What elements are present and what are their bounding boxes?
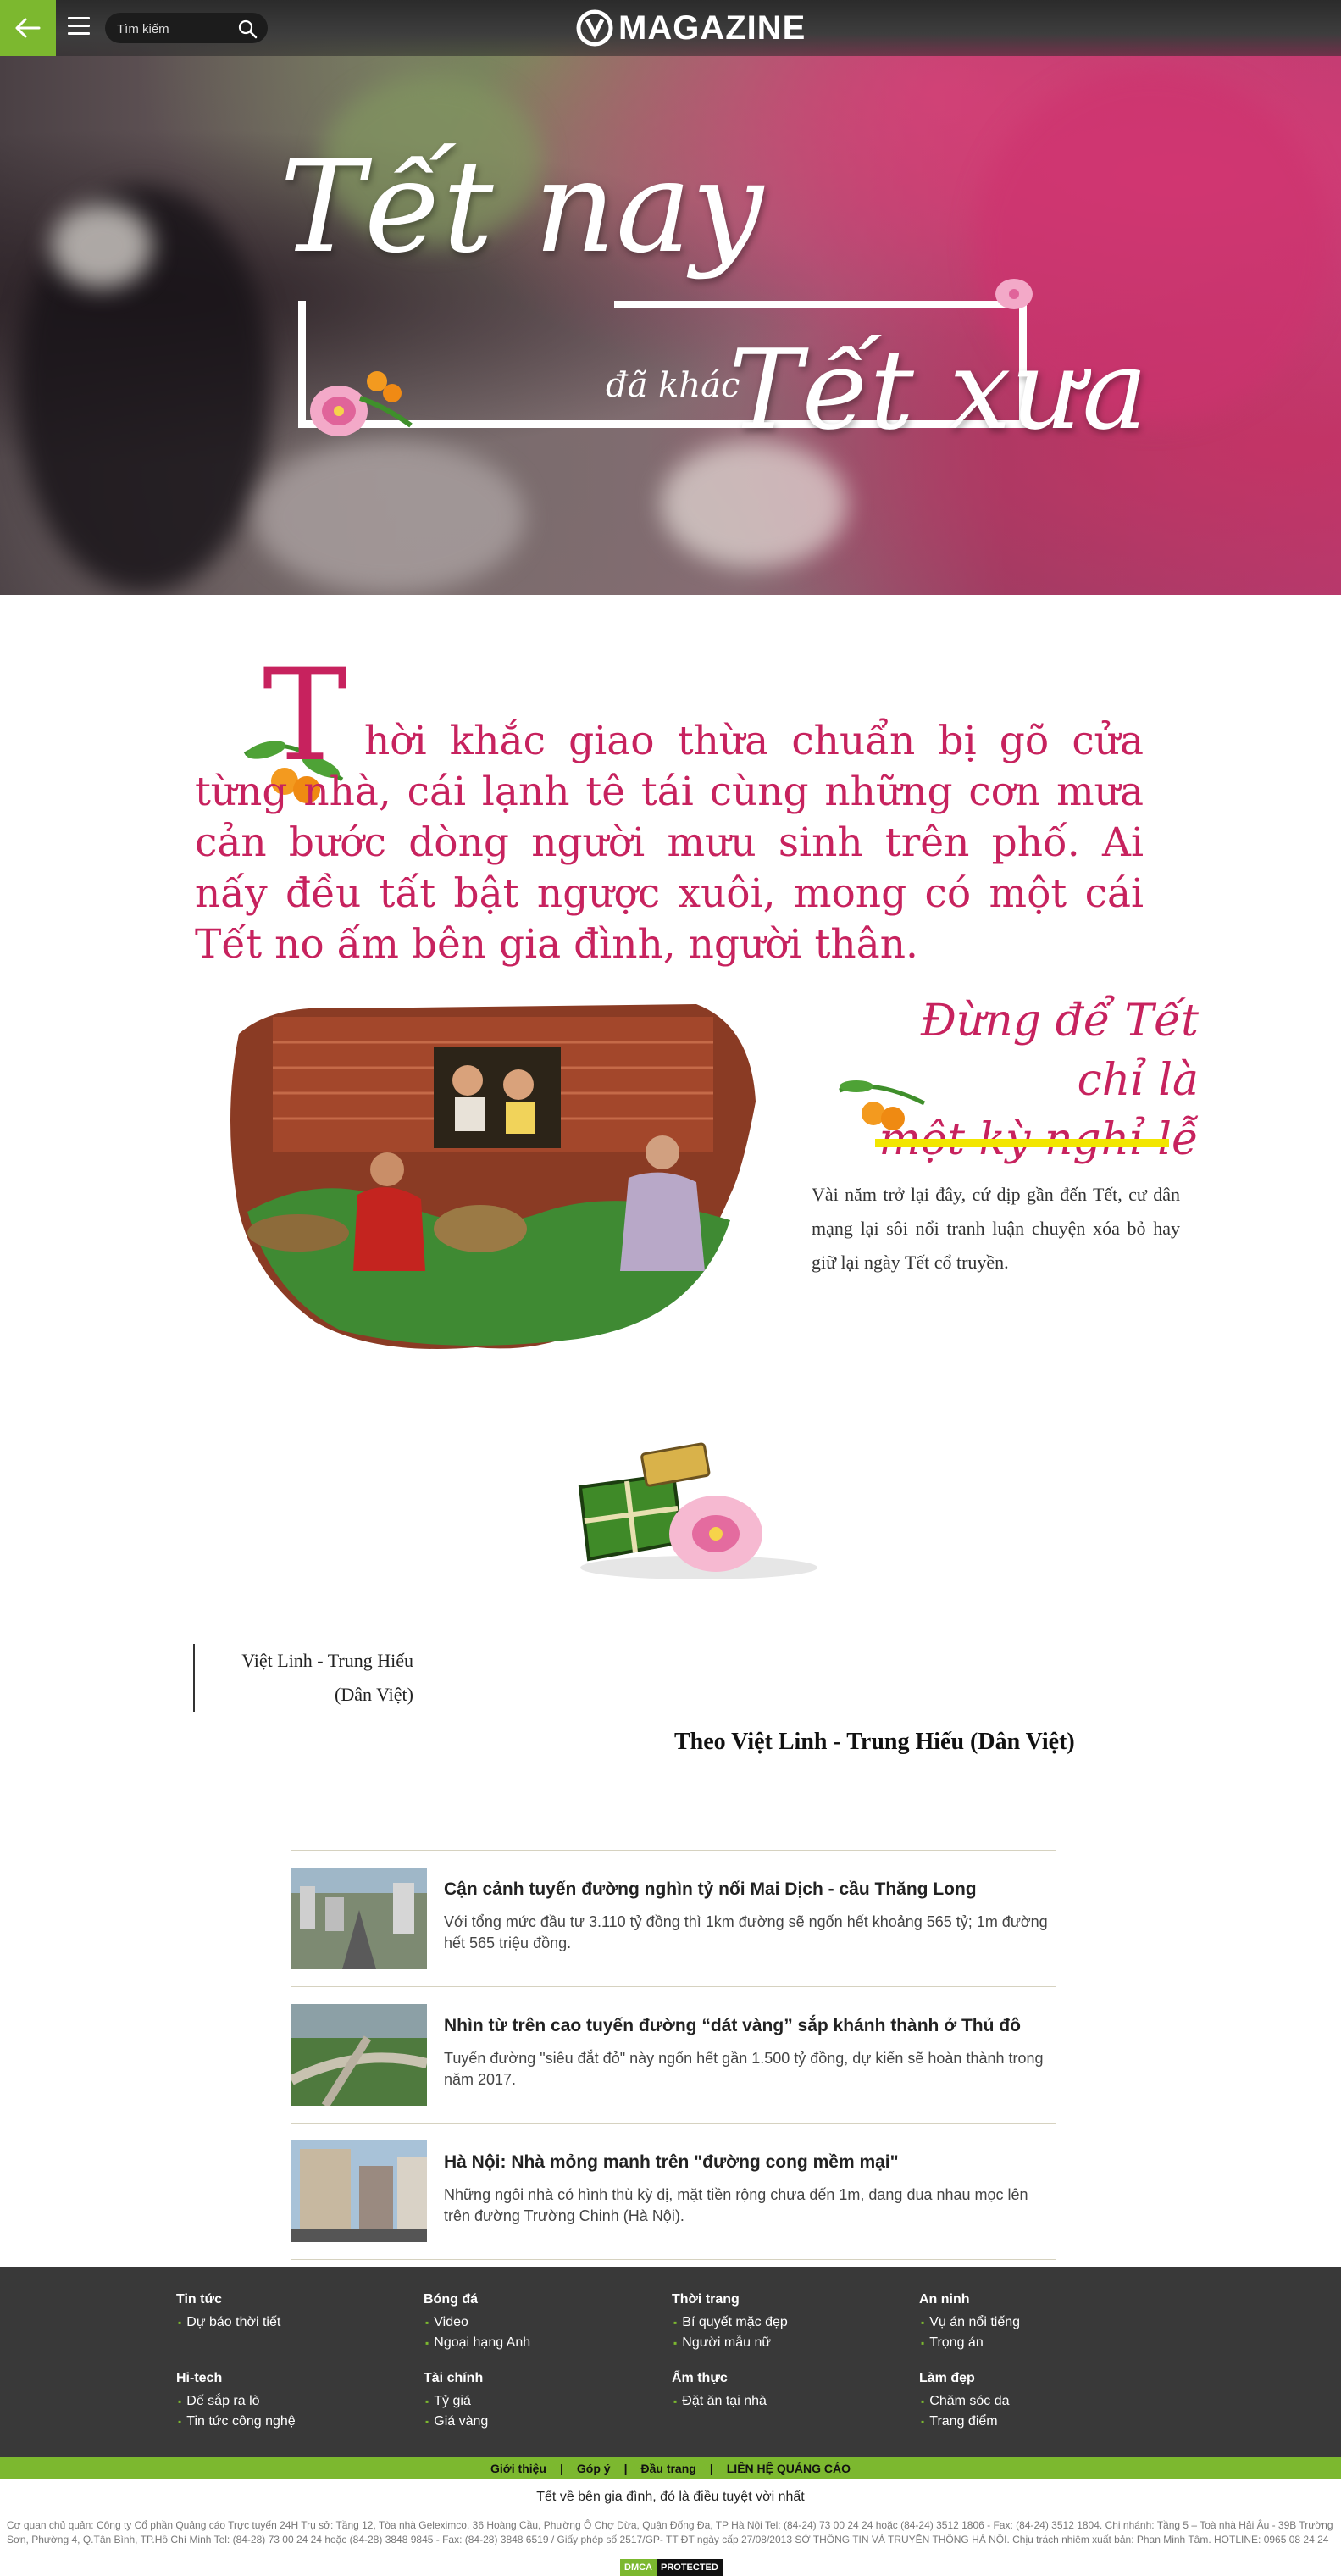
pull-quote-line1: Đừng để Tết chỉ là [920, 996, 1199, 1106]
hero-title-frame-top [614, 301, 1027, 308]
footer-links: Tin tức Dự báo thời tiết Bóng đá Video N… [0, 2267, 1341, 2457]
footer-column: Hi-tech Dế sắp ra lò Tin tức công nghệ [176, 2371, 396, 2432]
footer-feedback-link[interactable]: Góp ý [577, 2462, 611, 2475]
banh-chung-flower-icon [578, 1442, 817, 1579]
author-names: Việt Linh - Trung Hiếu [241, 1650, 413, 1671]
top-bar: MAGAZINE [0, 0, 1341, 56]
related-thumbnail[interactable] [291, 2004, 427, 2106]
flower-icon [995, 279, 1033, 309]
article-source: Theo Việt Linh - Trung Hiếu (Dân Việt) [674, 1729, 1075, 1755]
related-articles: Cận cảnh tuyến đường nghìn tỷ nối Mai Dị… [291, 1850, 1056, 2259]
footer-about-link[interactable]: Giới thiệu [490, 2462, 546, 2475]
footer-slogan: Tết về bên gia đình, đó là điều tuyệt vờ… [536, 2490, 805, 2504]
related-title[interactable]: Hà Nội: Nhà mỏng manh trên "đường cong m… [444, 2152, 1054, 2173]
footer-column: Bóng đá Video Ngoại hạng Anh [424, 2292, 644, 2353]
footer-link[interactable]: Ngoại hạng Anh [424, 2333, 644, 2353]
footer-column: Ẩm thực Đặt ăn tại nhà [672, 2371, 892, 2412]
footer-link[interactable]: Trang điểm [919, 2412, 1139, 2432]
footer-top-link[interactable]: Đầu trang [640, 2462, 695, 2475]
hero-title-small: đã khác [606, 366, 740, 405]
back-button[interactable] [0, 0, 56, 56]
footer-link[interactable]: Đặt ăn tại nhà [672, 2391, 892, 2412]
family-photo [230, 1004, 756, 1349]
footer-nav-bar: Giới thiệu | Góp ý | Đầu trang | LIÊN HỆ… [0, 2457, 1341, 2479]
footer-column: Làm đẹp Chăm sóc da Trang điểm [919, 2371, 1139, 2432]
related-item[interactable]: Hà Nội: Nhà mỏng manh trên "đường cong m… [291, 2123, 1056, 2259]
footer-link[interactable]: Video [424, 2312, 644, 2333]
footer-column: Tin tức Dự báo thời tiết [176, 2292, 396, 2333]
search-input[interactable] [115, 18, 229, 40]
hero-blur-shape [51, 203, 152, 288]
footer-link[interactable]: Dế sắp ra lò [176, 2391, 396, 2412]
footer-link[interactable]: Trọng án [919, 2333, 1139, 2353]
footer-column-title: Làm đẹp [919, 2371, 975, 2385]
lead-paragraph: hời khắc giao thừa chuẩn bị gõ cửa từng … [195, 718, 1144, 968]
footer-column-title: Tin tức [176, 2292, 222, 2307]
intro-paragraph: Vài năm trở lại đây, cứ dịp gần đến Tết,… [812, 1184, 1180, 1273]
flower-kumquat-icon [310, 371, 413, 436]
logo-text: MAGAZINE [618, 8, 806, 47]
dmca-badge-left: DMCA [620, 2559, 657, 2576]
related-title[interactable]: Cận cảnh tuyến đường nghìn tỷ nối Mai Dị… [444, 1879, 1054, 1900]
related-desc: Tuyến đường "siêu đắt đỏ" này ngốn hết g… [444, 2050, 1044, 2088]
footer-link[interactable]: Chăm sóc da [919, 2391, 1139, 2412]
related-desc: Những ngôi nhà có hình thù kỳ dị, mặt ti… [444, 2186, 1028, 2224]
search-box [105, 13, 268, 43]
footer-column-title: Thời trang [672, 2292, 740, 2307]
hamburger-icon-line [68, 32, 90, 35]
footer-link[interactable]: Tin tức công nghệ [176, 2412, 396, 2432]
search-icon[interactable] [237, 19, 258, 39]
footer-separator: | [623, 2462, 628, 2475]
footer-column-title: Hi-tech [176, 2371, 223, 2385]
site-logo[interactable]: MAGAZINE [576, 7, 806, 49]
related-divider [291, 2259, 1056, 2260]
footer-separator: | [709, 2462, 713, 2475]
footer-ads-contact-link[interactable]: LIÊN HỆ QUẢNG CÁO [727, 2462, 851, 2475]
related-desc: Với tổng mức đầu tư 3.110 tỷ đồng thì 1k… [444, 1913, 1048, 1951]
footer-link[interactable]: Tỷ giá [424, 2391, 644, 2412]
footer-link[interactable]: Bí quyết mặc đẹp [672, 2312, 892, 2333]
hero-blur-shape [661, 441, 847, 568]
footer-column: An ninh Vụ án nổi tiếng Trọng án [919, 2292, 1139, 2353]
footer-column-title: An ninh [919, 2292, 970, 2307]
hero-title-line1: Tết nay [280, 134, 764, 281]
dmca-badge[interactable]: DMCA PROTECTED [620, 2559, 723, 2576]
related-thumbnail[interactable] [291, 1868, 427, 1969]
footer-column-title: Bóng đá [424, 2292, 478, 2307]
quote-underline [875, 1139, 1169, 1147]
author-outlet: (Dân Việt) [335, 1684, 413, 1705]
related-item[interactable]: Nhìn từ trên cao tuyến đường “dát vàng” … [291, 1986, 1056, 2123]
hero-blur-shape [254, 441, 525, 593]
footer-address: Cơ quan chủ quản: Công ty Cổ phần Quảng … [7, 2519, 1333, 2545]
logo-icon [576, 9, 613, 47]
related-thumbnail[interactable] [291, 2140, 427, 2242]
related-item[interactable]: Cận cảnh tuyến đường nghìn tỷ nối Mai Dị… [291, 1850, 1056, 1986]
footer-separator: | [559, 2462, 563, 2475]
hamburger-icon [68, 17, 90, 19]
footer-column: Thời trang Bí quyết mặc đẹp Người mẫu nữ [672, 2292, 892, 2353]
footer-column: Tài chính Tỷ giá Giá vàng [424, 2371, 644, 2432]
footer-link[interactable]: Giá vàng [424, 2412, 644, 2432]
footer-link[interactable]: Vụ án nổi tiếng [919, 2312, 1139, 2333]
hero-title-line2: Tết xưa [729, 325, 1148, 454]
related-title[interactable]: Nhìn từ trên cao tuyến đường “dát vàng” … [444, 2016, 1054, 2036]
dmca-badge-right: PROTECTED [657, 2559, 723, 2576]
menu-button[interactable] [68, 17, 90, 37]
arrow-left-icon [15, 18, 41, 38]
footer-link[interactable]: Người mẫu nữ [672, 2333, 892, 2353]
footer-column-title: Ẩm thực [672, 2371, 728, 2385]
author-box: Việt Linh - Trung Hiếu (Dân Việt) [193, 1644, 415, 1712]
hero-banner [0, 0, 1341, 595]
footer-link[interactable]: Dự báo thời tiết [176, 2312, 396, 2333]
footer-column-title: Tài chính [424, 2371, 484, 2385]
hamburger-icon-line [68, 25, 90, 27]
